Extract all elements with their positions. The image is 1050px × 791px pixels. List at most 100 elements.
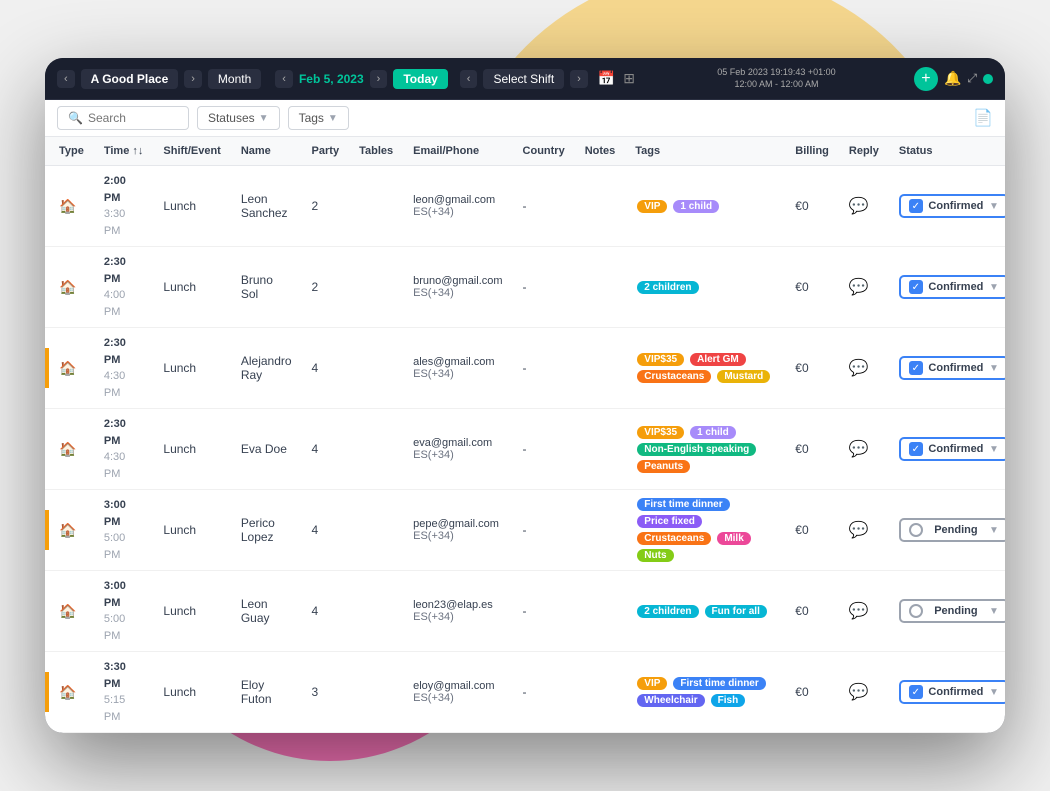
tag-badge: Fish [711, 694, 746, 707]
status-label: Confirmed [927, 362, 985, 374]
expand-icon[interactable]: ⤢ [967, 71, 977, 86]
status-badge[interactable]: ✓ Confirmed ▼ [899, 275, 1005, 299]
reply-icon[interactable]: 💬 [849, 522, 869, 539]
table-row: 🏠2:30 PM4:30 PMLunchAlejandro Ray4ales@g… [45, 328, 1005, 409]
venue-next-button[interactable]: › [184, 70, 202, 88]
type-icon: 🏠 [49, 166, 94, 247]
type-icon: 🏠 [49, 652, 94, 733]
check-icon: ✓ [909, 361, 923, 375]
shift-prev-btn[interactable]: ‹ [460, 70, 478, 88]
pending-icon [909, 604, 923, 618]
type-icon: 🏠 [49, 490, 94, 571]
party-cell: 4 [302, 328, 350, 409]
reply-icon[interactable]: 💬 [849, 603, 869, 620]
status-label: Confirmed [927, 686, 985, 698]
reply-icon[interactable]: 💬 [849, 198, 869, 215]
notes-cell [575, 571, 626, 652]
status-label: Pending [927, 524, 985, 536]
tag-badge: Peanuts [637, 460, 690, 473]
email-cell: leon@gmail.comES(+34) [403, 166, 512, 247]
chevron-down-icon: ▼ [989, 687, 999, 698]
reply-icon[interactable]: 💬 [849, 441, 869, 458]
home-icon: 🏠 [59, 279, 76, 295]
table-row: 🏠3:30 PM5:15 PMLunchEloy Futon3eloy@gmai… [45, 652, 1005, 733]
venue-prev-button[interactable]: ‹ [57, 70, 75, 88]
tag-badge: Crustaceans [637, 532, 711, 545]
col-shift: Shift/Event [153, 137, 230, 166]
type-icon: 🏠 [49, 328, 94, 409]
check-icon: ✓ [909, 199, 923, 213]
reply-cell[interactable]: 💬 [839, 409, 889, 490]
email-cell: bruno@gmail.comES(+34) [403, 247, 512, 328]
col-status: Status [889, 137, 1005, 166]
status-cell[interactable]: ✓ Confirmed ▼ [889, 652, 1005, 733]
email-cell: pepe@gmail.comES(+34) [403, 490, 512, 571]
shift-cell: Lunch [153, 166, 230, 247]
reply-cell[interactable]: 💬 [839, 571, 889, 652]
status-label: Confirmed [927, 443, 985, 455]
reply-icon[interactable]: 💬 [849, 684, 869, 701]
home-icon: 🏠 [59, 684, 76, 700]
status-badge[interactable]: ✓ Confirmed ▼ [899, 680, 1005, 704]
party-cell: 4 [302, 409, 350, 490]
view-mode-label[interactable]: Month [208, 69, 261, 89]
status-badge[interactable]: Pending ▼ [899, 599, 1005, 623]
tables-cell [349, 409, 403, 490]
check-icon: ✓ [909, 280, 923, 294]
tags-caret: ▼ [328, 113, 338, 124]
status-badge[interactable]: Pending ▼ [899, 518, 1005, 542]
shift-cell: Lunch [153, 328, 230, 409]
statuses-dropdown[interactable]: Statuses ▼ [197, 106, 280, 130]
col-reply: Reply [839, 137, 889, 166]
reservations-table: Type Time ↑↓ Shift/Event Name Party Tabl… [45, 137, 1005, 733]
billing-cell: €0 [785, 328, 839, 409]
tag-badge: First time dinner [673, 677, 765, 690]
reply-icon[interactable]: 💬 [849, 279, 869, 296]
today-button[interactable]: Today [393, 69, 447, 89]
tag-badge: First time dinner [637, 498, 729, 511]
date-next-btn[interactable]: › [370, 70, 388, 88]
chevron-down-icon: ▼ [989, 363, 999, 374]
tags-cell: First time dinnerPrice fixedCrustaceansM… [625, 490, 785, 571]
time-cell: 3:00 PM5:00 PM [94, 571, 154, 652]
search-input[interactable]: 🔍 [57, 106, 189, 130]
reply-icon[interactable]: 💬 [849, 360, 869, 377]
time-cell: 2:00 PM3:30 PM [94, 166, 154, 247]
topbar: ‹ A Good Place › Month ‹ Feb 5, 2023 › T… [45, 58, 1005, 100]
status-cell[interactable]: ✓ Confirmed ▼ [889, 247, 1005, 328]
status-badge[interactable]: ✓ Confirmed ▼ [899, 437, 1005, 461]
status-cell[interactable]: Pending ▼ [889, 490, 1005, 571]
shift-label: Select Shift [493, 72, 554, 86]
tags-cell: VIP1 child [625, 166, 785, 247]
col-time[interactable]: Time ↑↓ [94, 137, 154, 166]
reply-cell[interactable]: 💬 [839, 166, 889, 247]
check-icon: ✓ [909, 442, 923, 456]
status-cell[interactable]: ✓ Confirmed ▼ [889, 166, 1005, 247]
table-row: 🏠3:00 PM5:00 PMLunchLeon Guay4leon23@ela… [45, 571, 1005, 652]
reply-cell[interactable]: 💬 [839, 652, 889, 733]
status-label: Confirmed [927, 200, 985, 212]
tags-dropdown[interactable]: Tags ▼ [288, 106, 349, 130]
tag-badge: Wheelchair [637, 694, 704, 707]
shift-next-btn[interactable]: › [570, 70, 588, 88]
shift-selector[interactable]: Select Shift [483, 69, 564, 89]
add-button[interactable]: + [914, 67, 938, 91]
reply-cell[interactable]: 💬 [839, 328, 889, 409]
status-badge[interactable]: ✓ Confirmed ▼ [899, 356, 1005, 380]
grid-icon[interactable]: ⊞ [623, 70, 635, 87]
status-cell[interactable]: ✓ Confirmed ▼ [889, 409, 1005, 490]
reply-cell[interactable]: 💬 [839, 247, 889, 328]
calendar-icon[interactable]: 📅 [598, 70, 615, 87]
reply-cell[interactable]: 💬 [839, 490, 889, 571]
date-prev-btn[interactable]: ‹ [275, 70, 293, 88]
col-email: Email/Phone [403, 137, 512, 166]
country-cell: - [513, 409, 575, 490]
status-cell[interactable]: Pending ▼ [889, 571, 1005, 652]
billing-cell: €0 [785, 652, 839, 733]
status-cell[interactable]: ✓ Confirmed ▼ [889, 328, 1005, 409]
export-button[interactable]: 📄 [973, 108, 993, 128]
search-field[interactable] [88, 111, 178, 125]
status-badge[interactable]: ✓ Confirmed ▼ [899, 194, 1005, 218]
bell-icon[interactable]: 🔔 [944, 70, 961, 87]
tag-badge: Alert GM [690, 353, 746, 366]
